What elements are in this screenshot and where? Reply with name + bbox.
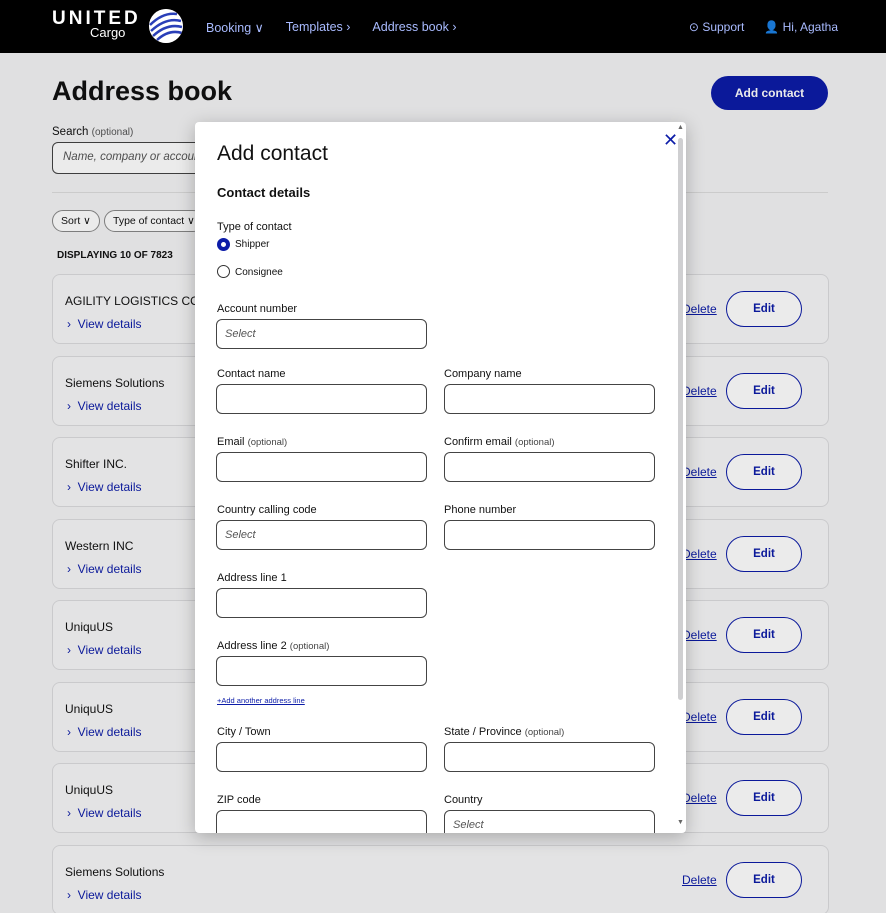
add-contact-modal: ▲ ▼ ✕ Add contact Contact details Type o… [195, 122, 686, 833]
scrollbar-thumb[interactable] [678, 138, 683, 700]
zip-label: ZIP code [217, 794, 261, 806]
company-name-label: Company name [444, 368, 522, 380]
modal-subtitle: Contact details [217, 185, 311, 200]
close-icon[interactable]: ✕ [663, 130, 678, 151]
headset-icon: ⊙ [688, 20, 703, 34]
nav-links: Booking ∨ Templates › Address book › [206, 20, 456, 35]
confirm-email-optional: (optional) [514, 437, 555, 448]
greeting-label: Hi, Agatha [782, 20, 838, 34]
support-label: Support [702, 20, 745, 34]
zip-field[interactable] [216, 810, 427, 833]
type-of-contact-label: Type of contact [217, 221, 292, 233]
country-label: Country [444, 794, 483, 806]
account-number-field[interactable]: Select [216, 319, 427, 349]
address2-optional: (optional) [289, 641, 330, 652]
country-code-label: Country calling code [217, 504, 317, 516]
city-label: City / Town [217, 726, 271, 738]
contact-name-label: Contact name [217, 368, 286, 380]
city-field[interactable] [216, 742, 427, 772]
nav-templates[interactable]: Templates › [286, 20, 351, 35]
phone-label: Phone number [444, 504, 517, 516]
phone-field[interactable] [444, 520, 655, 550]
state-field[interactable] [444, 742, 655, 772]
nav-right: ⊙ Support 👤 Hi, Agatha [689, 20, 838, 34]
add-address-line-link[interactable]: +Add another address line [217, 696, 305, 705]
email-label: Email (optional) [217, 436, 287, 448]
country-field[interactable]: Select [444, 810, 655, 833]
brand-sub: Cargo [90, 25, 126, 40]
confirm-email-label: Confirm email (optional) [444, 436, 555, 448]
company-name-field[interactable] [444, 384, 655, 414]
email-optional: (optional) [247, 437, 288, 448]
state-label: State / Province (optional) [444, 726, 564, 738]
confirm-email-field[interactable] [444, 452, 655, 482]
user-icon: 👤 [764, 20, 783, 34]
account-link[interactable]: 👤 Hi, Agatha [764, 20, 838, 34]
address1-label: Address line 1 [217, 572, 287, 584]
account-number-label: Account number [217, 303, 298, 315]
nav-booking[interactable]: Booking ∨ [206, 20, 264, 35]
support-link[interactable]: ⊙ Support [689, 20, 744, 34]
state-optional: (optional) [524, 727, 565, 738]
top-nav: UNITED Cargo Booking ∨ Templates › Addre… [0, 0, 886, 53]
address2-label: Address line 2 (optional) [217, 640, 329, 652]
united-cargo-logo[interactable]: UNITED Cargo [52, 8, 192, 48]
email-field[interactable] [216, 452, 427, 482]
consignee-label: Consignee [235, 267, 283, 278]
shipper-label: Shipper [235, 239, 270, 250]
state-label-text: State / Province [444, 726, 522, 738]
address2-field[interactable] [216, 656, 427, 686]
email-label-text: Email [217, 436, 245, 448]
shipper-radio[interactable] [217, 238, 230, 251]
country-code-field[interactable]: Select [216, 520, 427, 550]
nav-address-book[interactable]: Address book › [372, 20, 456, 35]
modal-title: Add contact [217, 142, 328, 165]
address2-label-text: Address line 2 [217, 640, 287, 652]
confirm-email-label-text: Confirm email [444, 436, 512, 448]
scroll-down-arrow[interactable]: ▼ [677, 819, 684, 826]
consignee-radio[interactable] [217, 265, 230, 278]
address1-field[interactable] [216, 588, 427, 618]
globe-icon [149, 9, 183, 43]
contact-name-field[interactable] [216, 384, 427, 414]
